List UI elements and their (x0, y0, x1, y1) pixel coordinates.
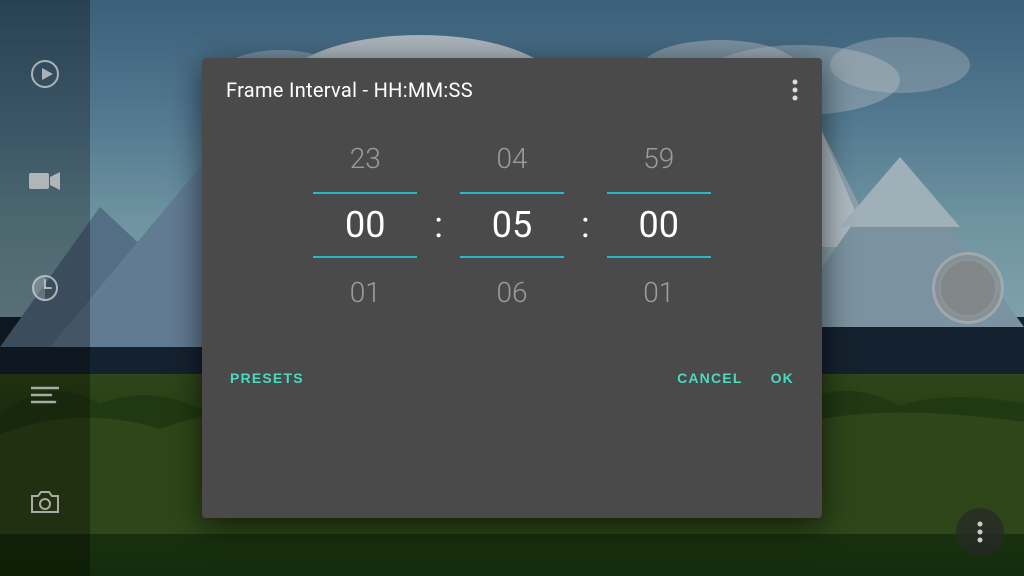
hours-current[interactable]: 00 (345, 200, 385, 250)
hours-above: 23 (350, 138, 381, 178)
cancel-button[interactable]: CANCEL (673, 362, 747, 394)
hours-line-bottom (313, 256, 417, 258)
dialog-overlay: Frame Interval - HH:MM:SS 23 00 (0, 0, 1024, 576)
minutes-line-bottom (460, 256, 564, 258)
minutes-line-top (460, 192, 564, 194)
frame-interval-dialog: Frame Interval - HH:MM:SS 23 00 (202, 58, 822, 518)
seconds-current-wrap: 00 (594, 192, 724, 258)
separator-1: : (434, 204, 443, 246)
seconds-below: 01 (643, 272, 674, 312)
seconds-current[interactable]: 00 (638, 200, 678, 250)
hours-column[interactable]: 23 00 01 (300, 138, 430, 312)
presets-button[interactable]: PRESETS (226, 362, 308, 394)
minutes-column[interactable]: 04 05 06 (447, 138, 577, 312)
minutes-current-wrap: 05 (447, 192, 577, 258)
time-picker: 23 00 01 : 04 05 06 (202, 118, 822, 342)
seconds-line-top (607, 192, 711, 194)
dialog-right-buttons: CANCEL OK (673, 362, 798, 394)
hours-line-top (313, 192, 417, 194)
dialog-more-icon[interactable] (792, 79, 798, 101)
minutes-below: 06 (496, 272, 527, 312)
seconds-column[interactable]: 59 00 01 (594, 138, 724, 312)
hours-current-wrap: 00 (300, 192, 430, 258)
hours-below: 01 (350, 272, 381, 312)
dialog-title: Frame Interval - HH:MM:SS (226, 78, 473, 102)
seconds-line-bottom (607, 256, 711, 258)
ok-button[interactable]: OK (767, 362, 798, 394)
dialog-actions: PRESETS CANCEL OK (202, 352, 822, 414)
seconds-above: 59 (643, 138, 674, 178)
dialog-header: Frame Interval - HH:MM:SS (202, 58, 822, 118)
minutes-current[interactable]: 05 (492, 200, 532, 250)
minutes-above: 04 (496, 138, 527, 178)
separator-2: : (581, 204, 590, 246)
